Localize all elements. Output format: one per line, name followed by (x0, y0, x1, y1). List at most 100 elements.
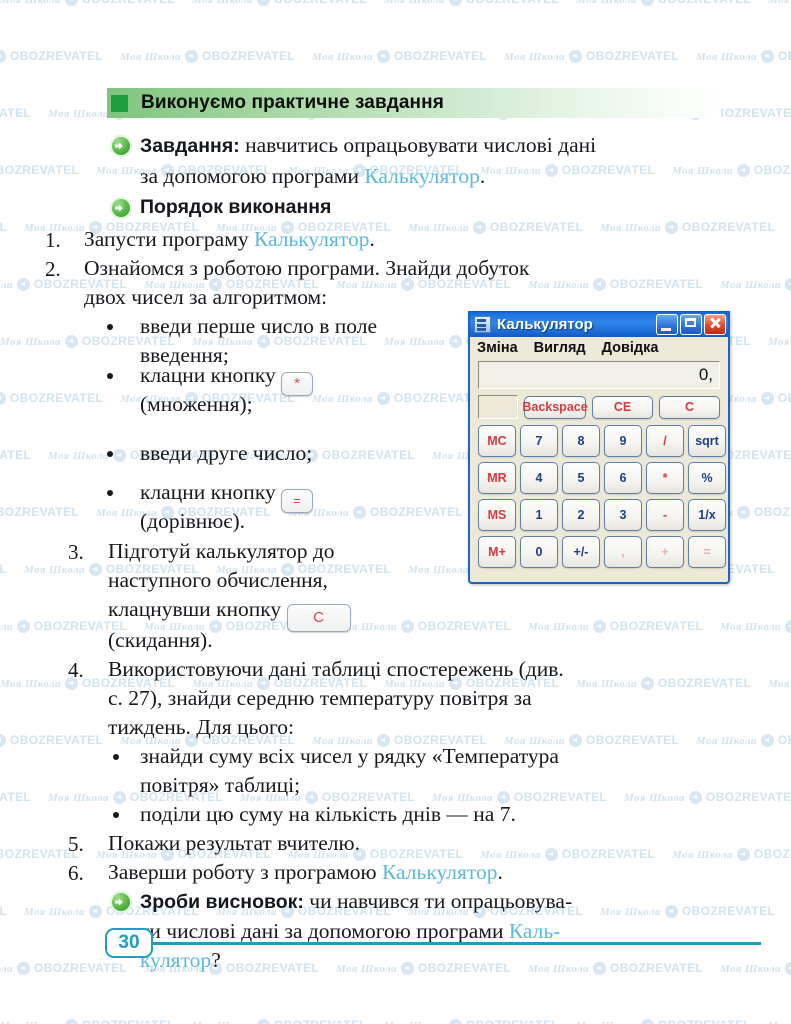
step-1-app: Калькулятор (253, 227, 370, 251)
conclusion-line-1-text: чи навчився ти опрацьовува- (303, 889, 573, 913)
b2-2-line-2: (множення); (140, 392, 253, 416)
key-decimal[interactable]: , (604, 536, 642, 568)
ce-button[interactable]: CE (592, 395, 653, 419)
key-6[interactable]: 6 (604, 462, 642, 494)
step-3-text: клацнувши кнопку (108, 597, 287, 621)
key-reciprocal[interactable]: 1/x (688, 499, 726, 531)
task-line-2-text-b: . (479, 164, 486, 188)
green-arrow-icon-2 (110, 197, 132, 219)
step-5-text: Покажи результат вчителю. (108, 831, 360, 855)
step-6-number: 6. (68, 861, 84, 885)
inline-key-multiply: * (281, 372, 314, 396)
step-1-text: Запусти програму Калькулятор. (84, 227, 375, 251)
b2-1-line-1: введи перше число в поле (140, 314, 378, 338)
section-bullet-square (111, 94, 128, 112)
task-line-1: Завдання: навчитись опрацьовувати числов… (140, 133, 597, 157)
key-2[interactable]: 2 (562, 499, 600, 531)
minimize-icon[interactable] (656, 313, 678, 335)
key-minus[interactable]: - (646, 499, 684, 531)
calculator-menubar[interactable]: Зміна Вигляд Довідка (470, 337, 728, 359)
step-3-line-1: Підготуй калькулятор до (108, 539, 335, 563)
page-rule (151, 941, 761, 945)
bullet-dot-5 (113, 754, 119, 760)
maximize-icon[interactable] (680, 313, 702, 335)
page-footer: 30 (105, 928, 761, 958)
b4-1-line-2: повітря» таблиці; (140, 773, 301, 797)
calculator-display: 0, (478, 361, 720, 389)
key-mc[interactable]: MC (478, 425, 516, 457)
task-line-2-text-a: за допомогою програми (140, 164, 365, 188)
b4-1-line-1: знайди суму всіх чисел у рядку «Температ… (140, 744, 559, 768)
menu-item-help[interactable]: Довідка (602, 340, 659, 356)
key-4[interactable]: 4 (520, 462, 558, 494)
step-6-text-b: . (497, 860, 503, 884)
b4-2-line-1: поділи цю суму на кількість днів — на 7. (140, 802, 516, 826)
step-4-number: 4. (68, 658, 84, 682)
step-3-line-4: (скидання). (108, 628, 213, 652)
green-arrow-icon (110, 135, 132, 157)
task-line-1-text: навчитись опрацьовувати числові дані (239, 133, 597, 157)
step-4-line-2: с. 27), знайди середню температуру повіт… (108, 686, 532, 710)
page-number: 30 (118, 932, 140, 953)
key-percent[interactable]: % (688, 462, 726, 494)
key-3[interactable]: 3 (604, 499, 642, 531)
step-6-app: Калькулятор (382, 860, 498, 884)
step-4-line-3: тиждень. Для цього: (108, 715, 295, 739)
conclusion-line-1: Зроби висновок: чи навчився ти опрацьову… (140, 889, 573, 913)
bullet-dot-1 (107, 324, 113, 330)
b2-2-text: клацни кнопку (140, 363, 282, 387)
app-name-calculator: Калькулятор (364, 164, 480, 188)
key-equals[interactable]: = (688, 536, 726, 568)
key-1[interactable]: 1 (520, 499, 558, 531)
memory-indicator (478, 395, 518, 419)
task-line-2: за допомогою програми Калькулятор. (140, 164, 486, 188)
b2-3-line-1: введи друге число; (140, 441, 313, 465)
section-header-title: Виконуємо практичне завдання (141, 92, 444, 113)
key-plus[interactable]: + (646, 536, 684, 568)
calculator-title: Калькулятор (497, 315, 593, 333)
step-5-number: 5. (68, 832, 84, 856)
step-1-text-a: Запусти програму (84, 227, 254, 251)
menu-item-view[interactable]: Вигляд (534, 340, 586, 356)
key-mr[interactable]: MR (478, 462, 516, 494)
step-2-number: 2. (45, 257, 61, 281)
close-icon[interactable] (704, 313, 726, 335)
step-1-text-b: . (369, 227, 375, 251)
b2-4-line-2: (дорівнює). (140, 509, 246, 533)
inline-key-clear: C (286, 604, 351, 632)
key-sqrt[interactable]: sqrt (688, 425, 726, 457)
inline-key-equals: = (281, 489, 314, 513)
bullet-dot-2 (107, 373, 113, 379)
key-7[interactable]: 7 (520, 425, 558, 457)
step-2-line-1: Ознайомся з роботою програми. Знайди доб… (84, 256, 530, 280)
key-0[interactable]: 0 (520, 536, 558, 568)
key-divide[interactable]: / (646, 425, 684, 457)
task-label: Завдання: (140, 135, 240, 157)
textbook-page: Виконуємо практичне завдання Завдання: н… (0, 0, 791, 1024)
order-label: Порядок виконання (140, 196, 332, 218)
backspace-button[interactable]: Backspace (522, 395, 588, 419)
bullet-dot-6 (113, 812, 119, 818)
key-5[interactable]: 5 (562, 462, 600, 494)
key-ms[interactable]: MS (478, 499, 516, 531)
calculator-window[interactable]: Калькулятор Зміна Вигляд Довідка 0, Back… (468, 311, 730, 584)
step-6-text-a: Заверши роботу з програмою (108, 860, 382, 884)
c-button[interactable]: C (659, 395, 720, 419)
key-8[interactable]: 8 (562, 425, 600, 457)
calculator-keypad[interactable]: MC 7 8 9 / sqrt MR 4 5 6 * % MS 1 2 3 - … (470, 421, 728, 576)
page-number-box: 30 (105, 928, 153, 958)
step-3-line-2: наступного обчислення, (108, 568, 328, 592)
key-m-plus[interactable]: M+ (478, 536, 516, 568)
step-3-number: 3. (68, 540, 84, 564)
green-arrow-icon-3 (110, 891, 132, 913)
bullet-dot-3 (107, 451, 113, 457)
menu-item-edit[interactable]: Зміна (477, 340, 518, 356)
calculator-titlebar[interactable]: Калькулятор (470, 311, 728, 337)
step-2-line-2: двох чисел за алгоритмом: (84, 285, 328, 309)
calculator-edit-row: Backspace CE C (470, 389, 728, 421)
section-header: Виконуємо практичне завдання (107, 88, 721, 118)
key-9[interactable]: 9 (604, 425, 642, 457)
key-multiply[interactable]: * (646, 462, 684, 494)
bullet-dot-4 (107, 490, 113, 496)
key-sign[interactable]: +/- (562, 536, 600, 568)
